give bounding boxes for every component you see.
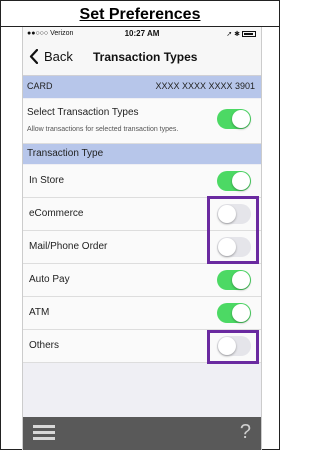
select-title: Select Transaction Types (27, 107, 139, 118)
item-label: Mail/Phone Order (29, 241, 108, 252)
item-label: ATM (29, 307, 50, 318)
status-right: ➚ ✱ (226, 30, 256, 38)
item-label: eCommerce (29, 208, 84, 219)
navigation-bar: Back Transaction Types (23, 41, 261, 76)
item-label: Others (29, 340, 60, 351)
document-title: Set Preferences (1, 1, 279, 27)
transaction-type-header: Transaction Type (23, 144, 261, 164)
list-item-in-store: In Store (23, 165, 261, 198)
back-button[interactable]: Back (29, 49, 73, 64)
item-label: In Store (29, 175, 65, 186)
card-label: CARD (27, 81, 53, 91)
select-transaction-types-row: Select Transaction Types Allow transacti… (23, 99, 261, 144)
phone-screen: ●●○○○ Verizon 10:27 AM ➚ ✱ Back Transact… (22, 27, 262, 450)
item-label: Auto Pay (29, 274, 70, 285)
select-transaction-types-toggle[interactable] (217, 109, 251, 129)
select-description: Allow transactions for selected transact… (27, 126, 179, 133)
status-time: 10:27 AM (124, 29, 160, 38)
section-label: Transaction Type (27, 148, 104, 159)
back-label: Back (44, 49, 73, 64)
list-item-atm: ATM (23, 297, 261, 330)
card-number: XXXX XXXX XXXX 3901 (155, 81, 255, 91)
battery-icon (242, 31, 256, 38)
chevron-left-icon (29, 49, 38, 64)
tab-bar: ? (23, 417, 261, 450)
page-title: Transaction Types (93, 50, 198, 64)
card-row: CARD XXXX XXXX XXXX 3901 (23, 76, 261, 98)
auto-pay-toggle[interactable] (217, 270, 251, 290)
location-bluetooth-icons: ➚ ✱ (226, 31, 240, 38)
status-bar: ●●○○○ Verizon 10:27 AM ➚ ✱ (23, 27, 261, 41)
list-item-auto-pay: Auto Pay (23, 264, 261, 297)
help-icon[interactable]: ? (240, 421, 251, 444)
highlight-box-ecommerce-mail (207, 196, 259, 264)
highlight-box-others (207, 330, 259, 364)
in-store-toggle[interactable] (217, 171, 251, 191)
atm-toggle[interactable] (217, 303, 251, 323)
menu-icon[interactable] (33, 425, 55, 441)
